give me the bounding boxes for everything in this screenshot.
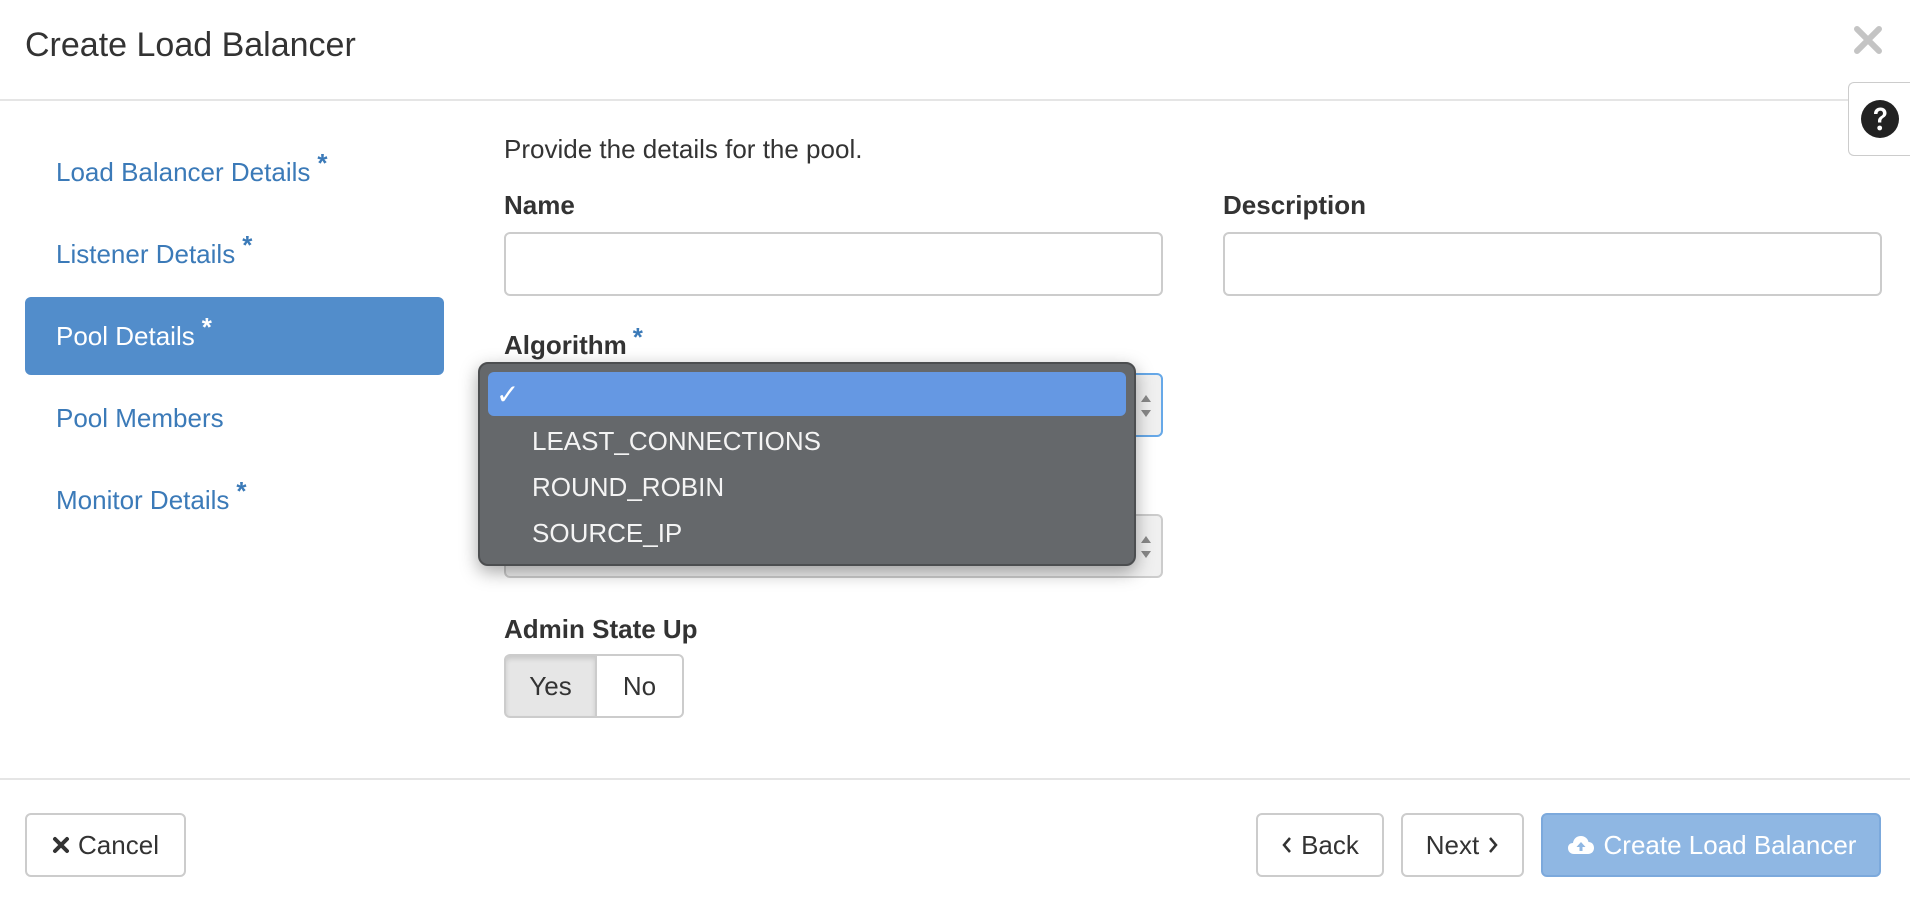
checkmark-icon: ✓ [496,379,520,410]
algorithm-dropdown-menu: ✓ LEAST_CONNECTIONS ROUND_ROBIN SOURCE_I… [478,362,1136,566]
form-intro: Provide the details for the pool. [504,134,863,164]
nav-item-pool-members[interactable]: Pool Members [25,379,444,457]
required-marker: * [236,476,247,506]
times-icon [52,836,70,854]
required-marker: * [242,230,253,260]
chevron-left-icon [1281,835,1293,855]
admin-state-no-button[interactable]: No [597,654,684,718]
algorithm-label: Algorithm * [504,322,643,360]
description-input[interactable] [1223,232,1882,296]
required-marker: * [201,312,212,342]
chevron-right-icon [1487,835,1499,855]
create-load-balancer-modal: Create Load Balancer Load Balancer Detai… [0,0,1910,902]
modal-title: Create Load Balancer [25,26,356,64]
name-label: Name [504,190,575,220]
required-marker: * [317,148,328,178]
nav-item-monitor-details[interactable]: Monitor Details * [25,461,444,539]
next-button[interactable]: Next [1401,813,1524,877]
description-label: Description [1223,190,1367,220]
admin-state-yes-button[interactable]: Yes [504,654,597,718]
wizard-steps-nav: Load Balancer Details * Listener Details *… [25,133,444,543]
admin-state-label: Admin State Up [504,614,698,644]
back-button[interactable]: Back [1256,813,1384,877]
dropdown-option-least-connections[interactable]: LEAST_CONNECTIONS [488,418,1126,464]
modal-footer: Cancel Back Next Create Load Balancer [0,778,1910,902]
required-marker: * [632,322,643,352]
dropdown-option-empty[interactable]: ✓ [488,372,1126,416]
dropdown-option-round-robin[interactable]: ROUND_ROBIN [488,464,1126,510]
select-arrows-icon [1139,391,1153,421]
name-input[interactable] [504,232,1163,296]
admin-state-toggle: Yes No [504,654,684,720]
nav-item-listener-details[interactable]: Listener Details * [25,215,444,293]
nav-item-load-balancer-details[interactable]: Load Balancer Details * [25,133,444,211]
create-load-balancer-button[interactable]: Create Load Balancer [1541,813,1881,877]
cancel-button[interactable]: Cancel [25,813,186,877]
select-arrows-icon [1139,532,1153,562]
cloud-upload-icon [1566,833,1596,857]
nav-item-pool-details[interactable]: Pool Details * [25,297,444,375]
dropdown-option-source-ip[interactable]: SOURCE_IP [488,510,1126,556]
